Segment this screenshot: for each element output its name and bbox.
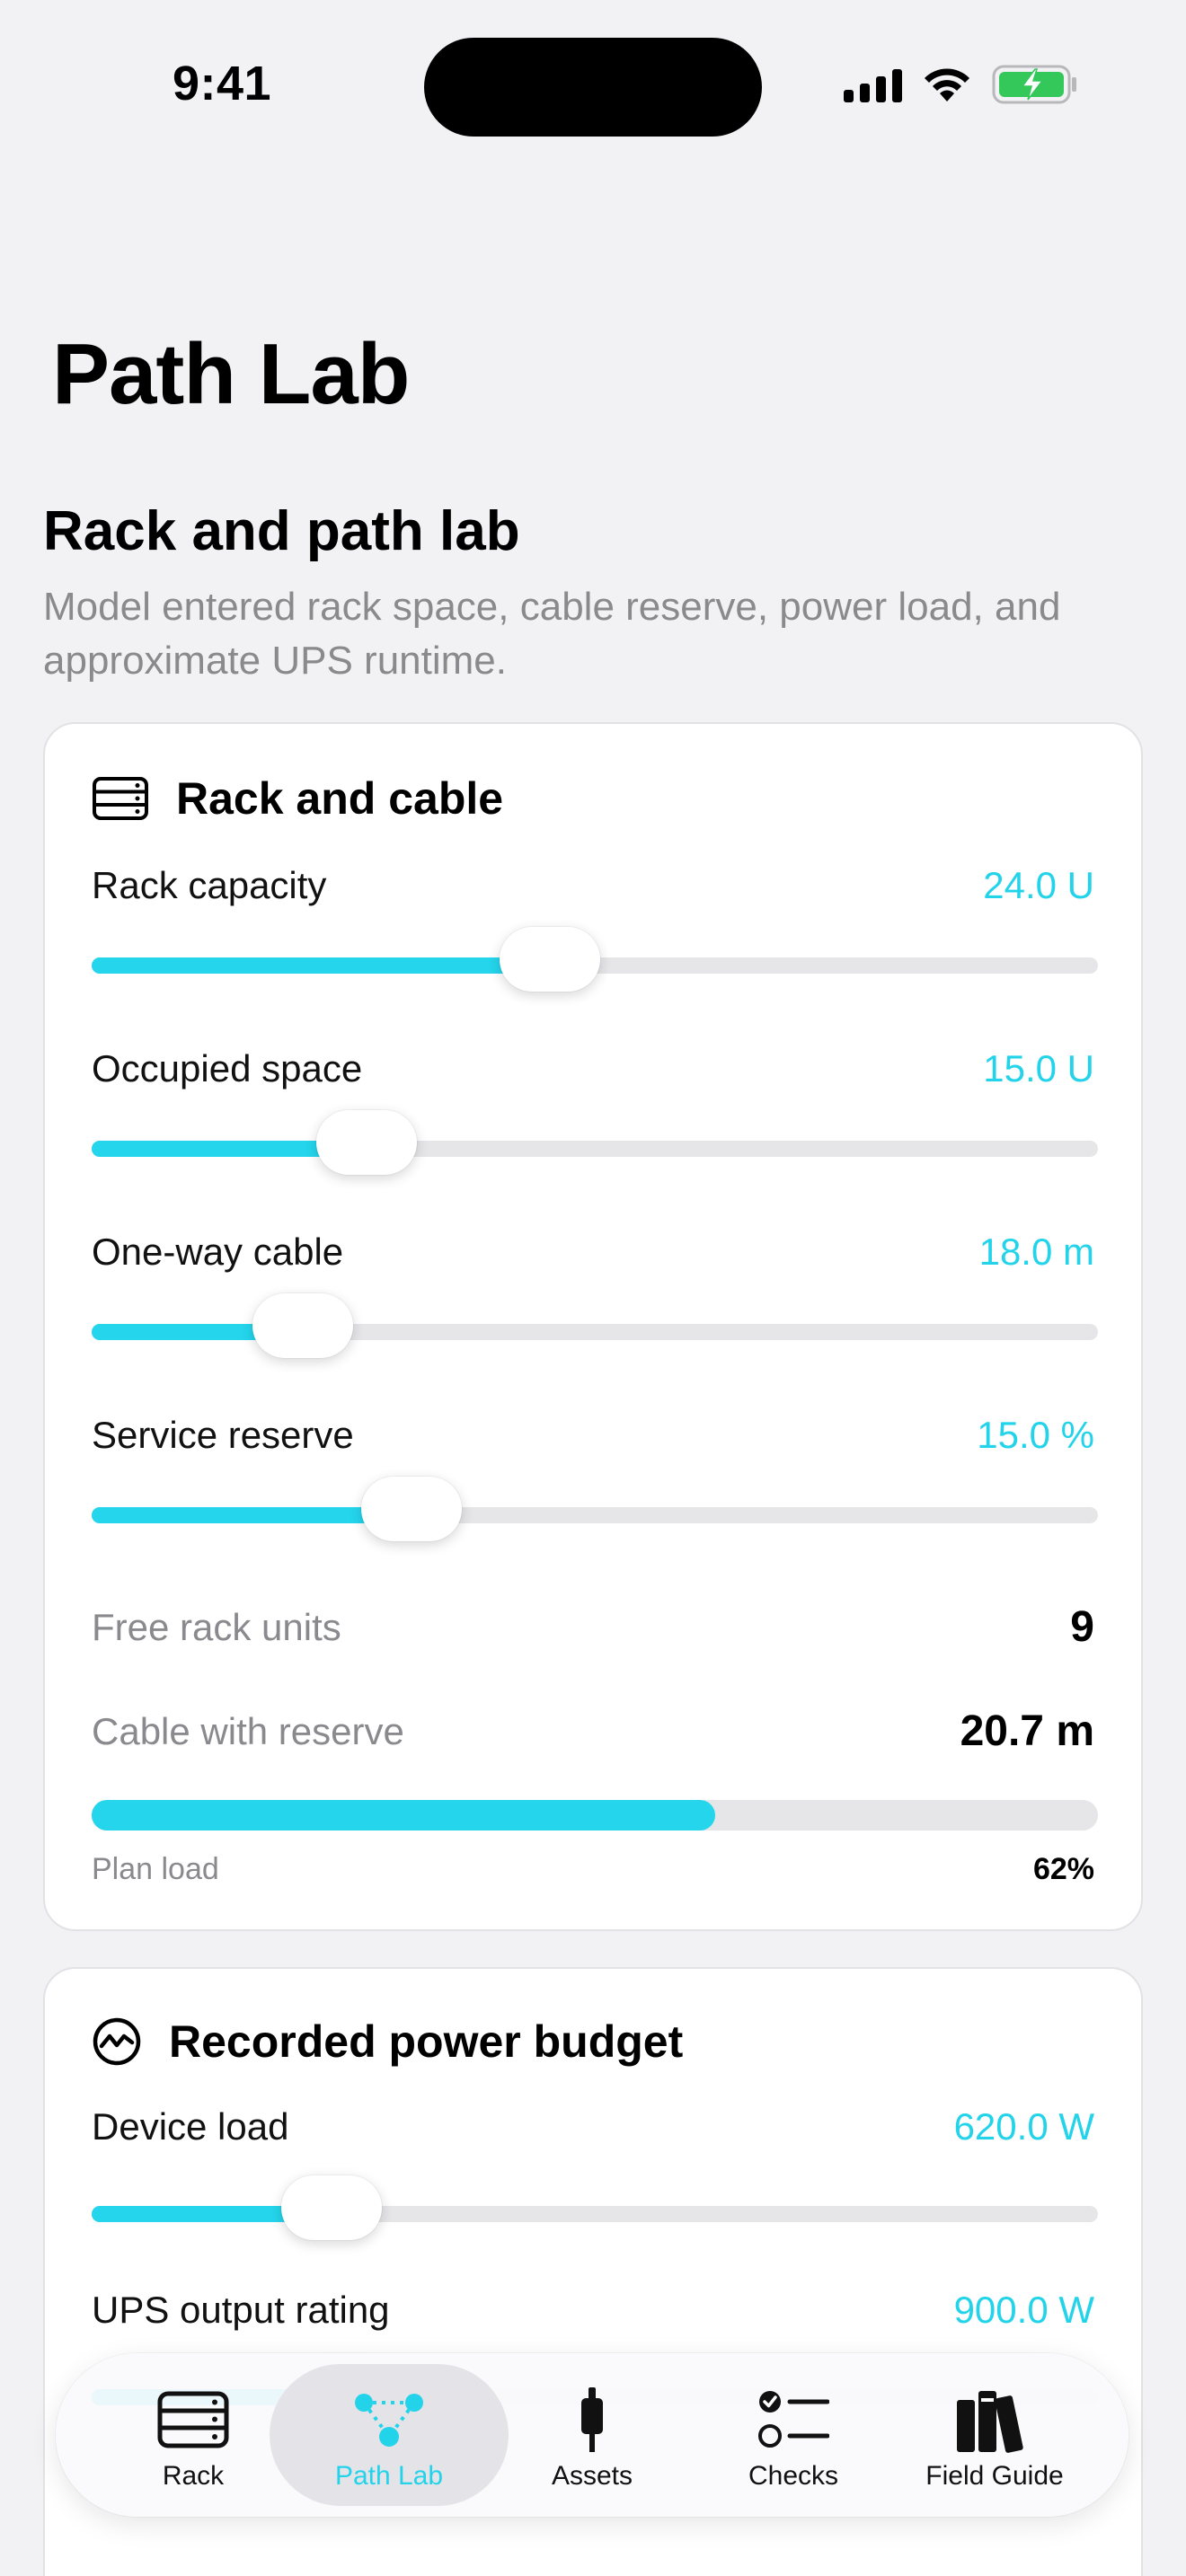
cable-with-reserve-value: 20.7 m	[960, 1707, 1094, 1755]
tab-label: Field Guide	[925, 2461, 1064, 2491]
tab-field-guide[interactable]: Field Guide	[891, 2364, 1098, 2506]
tab-assets[interactable]: Assets	[489, 2364, 695, 2506]
tab-checks[interactable]: Checks	[690, 2364, 897, 2506]
tab-rack[interactable]: Rack	[90, 2364, 296, 2506]
ups-output-rating-label: UPS output rating	[92, 2289, 390, 2331]
slider-thumb[interactable]	[315, 1110, 417, 1175]
books-icon	[955, 2384, 1034, 2456]
cable-with-reserve-label: Cable with reserve	[92, 1710, 404, 1752]
server-rack-icon	[93, 777, 148, 820]
card-title: Rack and cable	[176, 773, 504, 824]
device-load-value: 620.0 W	[953, 2105, 1094, 2148]
rack-capacity-slider[interactable]	[92, 927, 1098, 992]
server-rack-icon	[156, 2384, 230, 2456]
occupied-space-label: Occupied space	[92, 1047, 363, 1090]
page-title: Path Lab	[52, 326, 410, 422]
one-way-cable-value: 18.0 m	[978, 1231, 1094, 1273]
checklist-icon	[757, 2384, 829, 2456]
progress-fill	[92, 1800, 716, 1831]
slider-fill	[92, 957, 550, 974]
device-load-slider[interactable]	[92, 2175, 1098, 2240]
status-icons	[844, 65, 1078, 104]
occupied-space-value: 15.0 U	[983, 1047, 1094, 1090]
rack-capacity-label: Rack capacity	[92, 864, 327, 906]
status-time: 9:41	[173, 57, 272, 110]
slider-thumb[interactable]	[361, 1477, 463, 1541]
free-rack-units-label: Free rack units	[92, 1606, 341, 1648]
service-reserve-value: 15.0 %	[977, 1414, 1094, 1456]
card-title: Recorded power budget	[169, 2016, 684, 2067]
slider-thumb[interactable]	[280, 2175, 382, 2240]
plan-load-label: Plan load	[92, 1852, 219, 1886]
path-lab-screen: 9:41 Path Lab Rack and path lab Model en…	[0, 0, 1186, 2576]
one-way-cable-label: One-way cable	[92, 1231, 344, 1273]
tab-label: Checks	[748, 2461, 839, 2491]
slider-thumb[interactable]	[499, 927, 600, 992]
section-title: Rack and path lab	[43, 500, 520, 562]
tab-label: Assets	[551, 2461, 633, 2491]
service-reserve-label: Service reserve	[92, 1414, 354, 1456]
rack-capacity-value: 24.0 U	[983, 864, 1094, 906]
tab-label: Path Lab	[334, 2461, 444, 2491]
one-way-cable-slider[interactable]	[92, 1293, 1098, 1358]
power-meter-icon	[93, 2017, 141, 2066]
card-header: Recorded power budget	[92, 2016, 683, 2068]
slider-thumb[interactable]	[252, 1293, 354, 1358]
service-reserve-slider[interactable]	[92, 1477, 1098, 1541]
tab-label: Rack	[162, 2461, 225, 2491]
cable-plug-icon	[574, 2384, 610, 2456]
rack-and-cable-card: Rack and cable Rack capacity 24.0 U Occu…	[43, 722, 1143, 1931]
device-load-label: Device load	[92, 2105, 289, 2148]
tab-bar: Rack Path Lab Assets Checks Field Guide	[56, 2353, 1128, 2517]
tab-path-lab[interactable]: Path Lab	[270, 2364, 509, 2506]
section-subtitle: Model entered rack space, cable reserve,…	[43, 585, 1061, 683]
wifi-icon	[925, 68, 969, 101]
network-path-icon	[353, 2384, 425, 2456]
cellular-signal-icon	[844, 66, 902, 102]
dynamic-island	[424, 38, 762, 137]
card-header: Rack and cable	[92, 772, 503, 825]
plan-load-value: 62%	[1032, 1852, 1094, 1886]
battery-charging-icon	[992, 65, 1076, 104]
free-rack-units-value: 9	[1070, 1603, 1094, 1651]
ups-output-rating-value: 900.0 W	[953, 2289, 1094, 2331]
plan-load-progress	[92, 1800, 1098, 1831]
occupied-space-slider[interactable]	[92, 1110, 1098, 1175]
